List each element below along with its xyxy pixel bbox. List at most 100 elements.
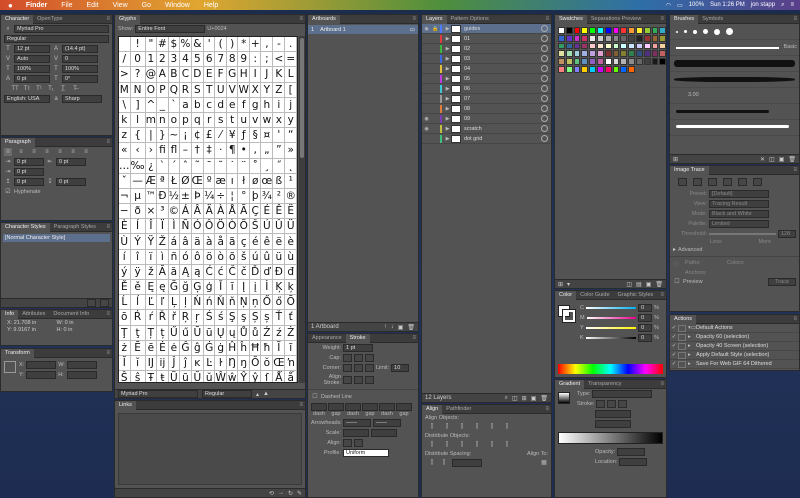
dash-3-field[interactable]: [379, 403, 395, 411]
glyph-cell[interactable]: _: [157, 97, 169, 113]
color-swatch[interactable]: [581, 58, 589, 65]
tab-actions[interactable]: Actions: [670, 315, 697, 324]
layer-row[interactable]: ▶ 08: [422, 104, 551, 114]
palette-select[interactable]: Limited: [709, 220, 769, 228]
align-right-icon[interactable]: ≡: [30, 148, 38, 156]
color-swatch[interactable]: [651, 42, 659, 50]
glyph-cell[interactable]: ŭ: [204, 371, 216, 382]
layer-row[interactable]: ▶ 03: [422, 54, 551, 64]
goto-link-icon[interactable]: →: [278, 490, 284, 496]
glyph-cell[interactable]: ŷ: [250, 371, 262, 382]
update-link-icon[interactable]: ↻: [288, 490, 293, 497]
color-swatch[interactable]: [596, 58, 604, 65]
glyph-cell[interactable]: ō: [119, 310, 131, 326]
panel-menu-icon[interactable]: ≡: [545, 406, 551, 412]
glyph-cell[interactable]: ”: [273, 143, 286, 159]
glyph-scrollbar[interactable]: [299, 36, 305, 383]
spacing-field[interactable]: [452, 459, 482, 467]
glyph-cell[interactable]: ņ: [249, 295, 262, 311]
align-left-icon[interactable]: ≡: [4, 148, 12, 156]
visibility-toggle[interactable]: ◉: [422, 126, 431, 132]
panel-menu-icon[interactable]: ≡: [660, 16, 666, 22]
tab-links[interactable]: Links: [115, 401, 136, 410]
glyph-cell[interactable]: [: [285, 82, 297, 98]
glyph-cell[interactable]: Ê: [273, 204, 286, 220]
baseline-shift-field[interactable]: 0 pt: [14, 75, 50, 83]
glyph-cell[interactable]: x: [273, 112, 286, 129]
glyph-cell[interactable]: Ĺ: [119, 295, 131, 311]
mode-select[interactable]: Black and White: [709, 210, 769, 218]
tab-info[interactable]: Info: [1, 310, 19, 319]
glyph-cell[interactable]: Ó: [191, 219, 204, 235]
glyph-cell[interactable]: L: [285, 67, 297, 83]
color-swatch[interactable]: [620, 50, 628, 58]
glyph-cell[interactable]: Ì: [168, 219, 181, 235]
swatch-grid[interactable]: [555, 24, 666, 76]
tab-document-info[interactable]: Document Info: [49, 310, 93, 319]
glyph-cell[interactable]: Ĳ: [145, 355, 158, 372]
align-outside-stroke-icon[interactable]: [365, 376, 374, 384]
make-clipping-mask-icon[interactable]: ◫: [512, 395, 518, 402]
color-swatch[interactable]: [628, 58, 635, 65]
glyph-cell[interactable]: Ű: [168, 325, 181, 341]
color-swatch[interactable]: [589, 65, 596, 73]
glyph-cell[interactable]: ț: [157, 325, 169, 341]
glyph-cell[interactable]: ï: [145, 249, 158, 265]
glyph-cell[interactable]: Š: [249, 219, 262, 235]
glyph-cell[interactable]: D: [191, 67, 204, 83]
app-menu[interactable]: Finder: [19, 2, 54, 9]
color-swatch[interactable]: [659, 34, 666, 42]
expand-triangle-icon[interactable]: ▸: [688, 334, 696, 340]
glyph-cell[interactable]: î: [130, 249, 146, 265]
delete-layer-icon[interactable]: 🗑: [540, 395, 548, 402]
color-swatch[interactable]: [565, 50, 573, 58]
color-swatch[interactable]: [635, 58, 643, 65]
layer-row[interactable]: ▶ 01: [422, 34, 551, 44]
glyph-cell[interactable]: ŧ: [157, 371, 169, 382]
search-icon[interactable]: ⌕: [781, 2, 784, 9]
glyph-cell[interactable]: Ä: [203, 204, 216, 220]
auto-color-icon[interactable]: [678, 178, 687, 186]
threshold-slider[interactable]: [709, 233, 776, 235]
underline-icon[interactable]: T̲: [59, 85, 67, 93]
layer-row[interactable]: ◉ ▶ 09: [422, 114, 551, 124]
glyph-cell[interactable]: č: [238, 264, 250, 280]
horizontal-align-left-icon[interactable]: ⫿: [428, 423, 436, 431]
lock-toggle[interactable]: 🔒: [431, 26, 440, 32]
glyph-cell[interactable]: `: [157, 158, 169, 174]
glyph-cell[interactable]: *: [238, 37, 250, 53]
preset-select[interactable]: [Default]: [709, 190, 769, 198]
glyph-cell[interactable]: 9: [238, 52, 250, 68]
advanced-label[interactable]: Advanced: [678, 247, 702, 253]
glyph-cell[interactable]: ˚: [249, 158, 262, 174]
glyph-cell[interactable]: ß: [273, 173, 286, 189]
dash-1-field[interactable]: [311, 403, 327, 411]
glyph-cell[interactable]: ĵ: [180, 355, 192, 372]
glyph-cell[interactable]: ¬: [119, 188, 131, 205]
glyph-cell[interactable]: Í: [130, 219, 146, 235]
gradient-angle-field[interactable]: [595, 410, 631, 418]
vertical-align-center-icon[interactable]: ⫿: [488, 423, 496, 431]
round-cap-icon[interactable]: [354, 354, 363, 362]
glyph-cell[interactable]: æ: [215, 173, 227, 189]
gradient-thumbnail[interactable]: [558, 392, 570, 404]
color-swatch[interactable]: [596, 65, 604, 73]
color-swatch[interactable]: [604, 58, 612, 65]
black-field[interactable]: 0: [638, 334, 653, 342]
basic-brush[interactable]: Basic: [670, 40, 799, 56]
gradient-opacity-field[interactable]: [617, 448, 646, 456]
glyph-cell[interactable]: ´: [168, 158, 181, 174]
glyph-cell[interactable]: ĸ: [191, 355, 204, 372]
glyph-cell[interactable]: ‡: [203, 143, 216, 159]
layer-target-icon[interactable]: [541, 85, 548, 92]
layer-row[interactable]: ▶ 02: [422, 44, 551, 54]
glyph-cell[interactable]: K: [273, 67, 286, 83]
glyph-cell[interactable]: Ö: [215, 219, 227, 235]
outline-icon[interactable]: [753, 178, 762, 186]
horizontal-align-right-icon[interactable]: ⫿: [458, 423, 466, 431]
glyph-cell[interactable]: s: [215, 112, 227, 129]
glyph-cell[interactable]: ˝: [273, 158, 286, 174]
dash-2-field[interactable]: [345, 403, 361, 411]
glyph-cell[interactable]: T: [203, 82, 216, 98]
glyph-cell[interactable]: ĭ: [130, 355, 146, 372]
